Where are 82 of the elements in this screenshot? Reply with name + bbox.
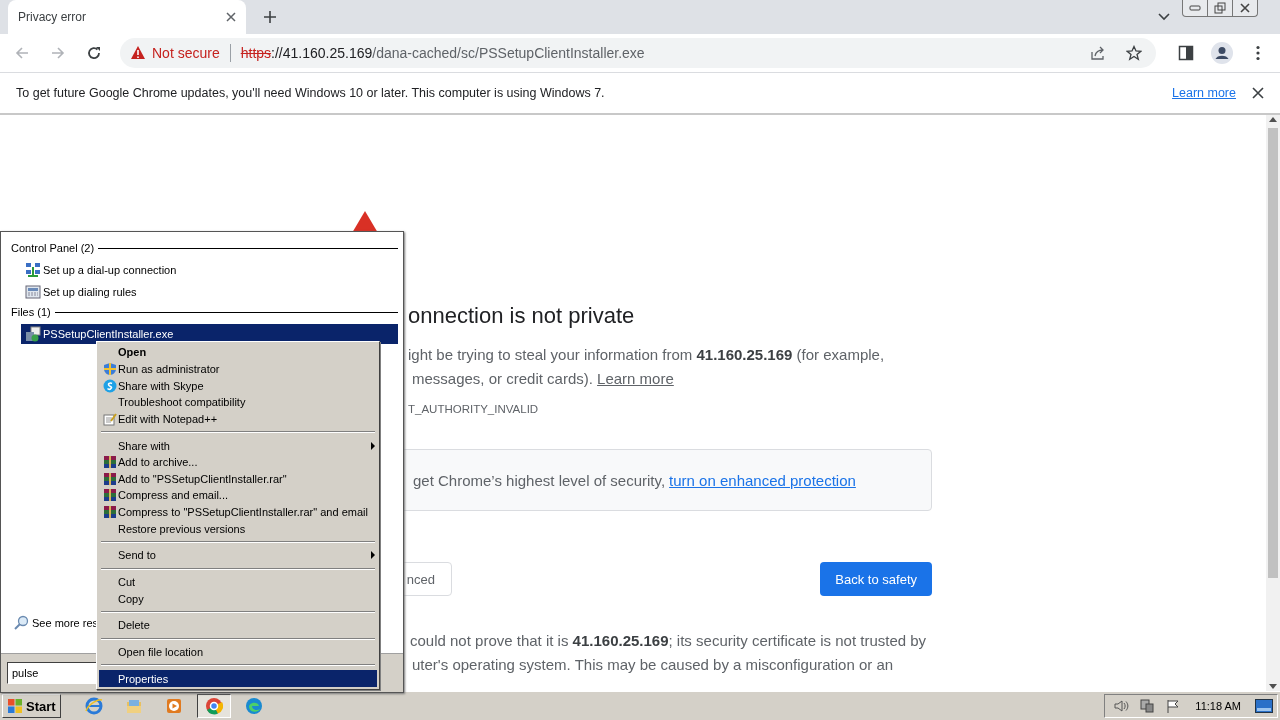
scroll-down-icon	[1269, 684, 1277, 689]
back-icon	[14, 45, 30, 61]
forward-icon	[50, 45, 66, 61]
restore-icon	[1214, 2, 1226, 14]
error-details: could not prove that it is 41.160.25.169; its security certificate is not trusted by	[410, 631, 928, 651]
back-to-safety-button[interactable]: Back to safety	[820, 562, 932, 596]
network-icon	[1139, 698, 1156, 714]
group-heading: Control Panel (2)	[11, 242, 95, 254]
menu-item[interactable]: Run as administrator	[99, 360, 377, 378]
close-icon	[1239, 3, 1251, 13]
menu-item[interactable]: Send to	[99, 547, 377, 564]
installer-icon	[25, 326, 41, 342]
menu-item[interactable]: Cut	[99, 573, 377, 591]
menu-item[interactable]: Copy	[99, 590, 377, 607]
security-label[interactable]: Not secure	[152, 45, 220, 61]
enhanced-protection-link[interactable]: turn on enhanced protection	[669, 471, 856, 489]
menu-item[interactable]: Open file location	[99, 643, 377, 661]
search-result[interactable]: PSSetupClientInstaller.exe	[21, 324, 398, 344]
url-text[interactable]: https://41.160.25.169/dana-cached/sc/PSSetupClientInstaller.exe	[240, 45, 1080, 61]
error-code: T_AUTHORITY_INVALID	[408, 403, 540, 415]
error-heading: onnection is not private	[408, 303, 636, 329]
menu-item[interactable]: Compress to "PSSetupClientInstaller.rar" and email	[99, 503, 377, 521]
speaker-icon	[1113, 698, 1130, 714]
update-notice: To get future Google Chrome updates, you'll need Windows 10 or later. This computer is using Windows 7.	[16, 86, 606, 100]
skype-icon	[102, 378, 117, 393]
share-icon	[1090, 45, 1106, 61]
learn-more-link[interactable]: Learn more	[1172, 86, 1236, 100]
search-icon	[13, 615, 29, 631]
menu-item[interactable]: Delete	[99, 616, 377, 634]
menu-item[interactable]: Share with	[99, 437, 377, 454]
shield-icon	[102, 361, 117, 376]
archive-icon	[102, 505, 117, 520]
menu-item[interactable]: Restore previous versions	[99, 520, 377, 538]
minimize-icon	[1189, 5, 1201, 11]
search-result[interactable]: Set up a dial-up connection	[21, 260, 398, 280]
chrome-icon	[204, 697, 223, 715]
profile-icon	[1211, 42, 1233, 64]
media-player-icon	[164, 697, 183, 715]
reload-icon	[86, 45, 102, 61]
browser-icon	[84, 697, 103, 715]
address-bar[interactable]: Not secure https://41.160.25.169/dana-cached/sc/PSSetupClientInstaller.exe	[120, 38, 1156, 68]
archive-icon	[102, 455, 117, 470]
side-panel-icon	[1178, 45, 1194, 61]
search-result[interactable]: Set up dialing rules	[21, 282, 398, 302]
edge-icon	[244, 697, 263, 715]
browser-tab[interactable]: Privacy error	[8, 0, 246, 34]
submenu-arrow-icon	[369, 551, 377, 560]
desktop-icon	[1255, 699, 1273, 713]
warning-icon	[130, 45, 146, 61]
menu-item[interactable]: Compress and email...	[99, 487, 377, 504]
notepad-icon	[102, 411, 117, 426]
clock[interactable]: 11:18 AM	[1195, 700, 1241, 712]
error-details: uter's operating system. This may be caused by a misconfiguration or an	[412, 655, 895, 675]
new-tab-icon	[263, 10, 277, 24]
start-button[interactable]: Start	[2, 694, 61, 718]
windows-logo-icon	[7, 698, 23, 714]
menu-item[interactable]: Add to "PSSetupClientInstaller.rar"	[99, 470, 377, 488]
star-icon	[1126, 45, 1142, 61]
scrollbar[interactable]	[1266, 115, 1280, 691]
close-icon	[226, 12, 236, 22]
archive-icon	[102, 471, 117, 486]
submenu-arrow-icon	[369, 441, 377, 450]
menu-item[interactable]: Properties	[99, 670, 377, 687]
menu-item[interactable]: Share with Skype	[99, 377, 377, 394]
phone-icon	[25, 284, 41, 300]
learn-more-link[interactable]: Learn more	[597, 370, 674, 387]
menu-item[interactable]: Open	[99, 344, 377, 361]
scroll-up-icon	[1269, 117, 1277, 122]
folder-icon	[124, 697, 143, 715]
protection-text: get Chrome’s highest level of security,	[413, 471, 666, 489]
menu-item[interactable]: Add to archive...	[99, 453, 377, 471]
error-description: ight be trying to steal your information from 41.160.25.169 (for example,	[408, 345, 886, 365]
network-icon	[25, 262, 41, 278]
group-heading: Files (1)	[11, 306, 51, 318]
taskbar-app[interactable]	[196, 694, 231, 718]
menu-item[interactable]: Edit with Notepad++	[99, 410, 377, 428]
close-icon	[1252, 87, 1264, 99]
chevron-down-icon	[1158, 13, 1170, 21]
error-description: messages, or credit cards). Learn more	[412, 369, 675, 389]
menu-item[interactable]: Troubleshoot compatibility	[99, 393, 377, 411]
archive-icon	[102, 488, 117, 503]
menu-icon	[1256, 45, 1260, 61]
